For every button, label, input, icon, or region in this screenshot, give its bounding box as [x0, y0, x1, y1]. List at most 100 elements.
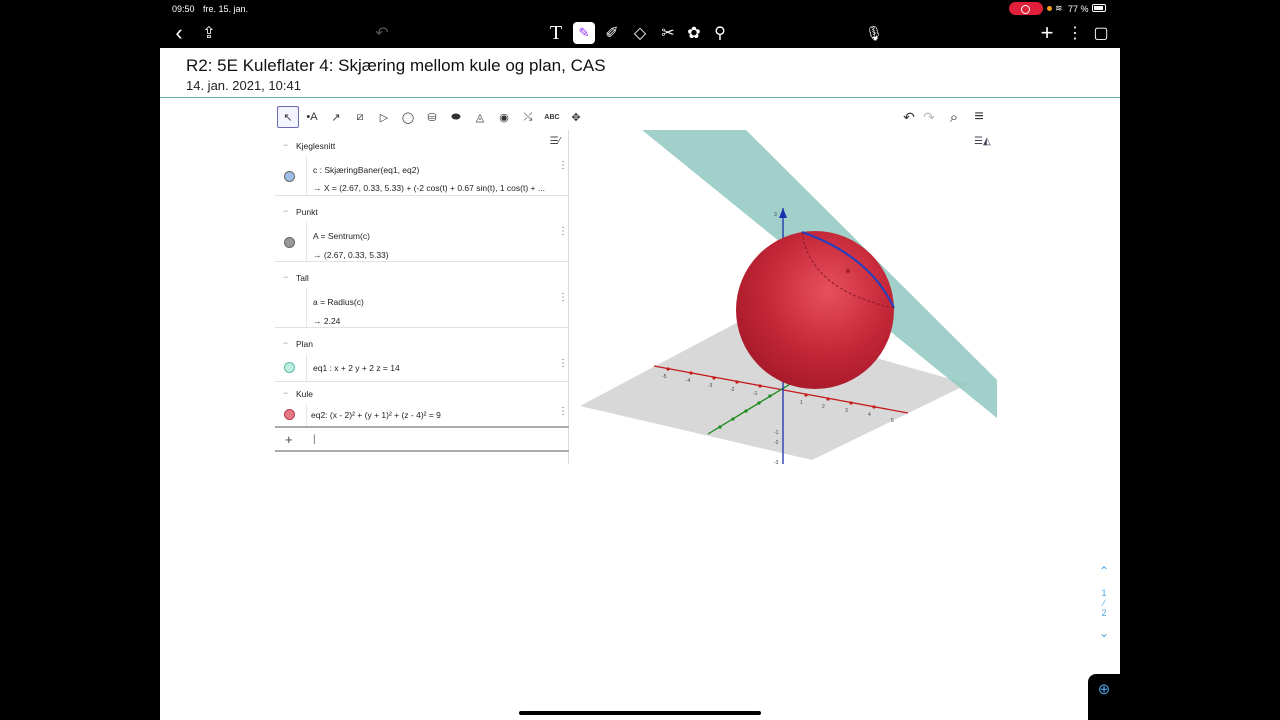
geogebra-toolbar: ↖ •A ↗ ⧄ ▷ ◯ ⛁ ⬬ ◬ ◉ ⤯ ABC ✥ ↶ ↷ ⌕ ≡ [275, 104, 997, 130]
rotate-view-tool-icon[interactable]: ✥ [565, 106, 587, 128]
item-menu-icon[interactable]: ⋮ [558, 160, 568, 171]
page-down-icon[interactable]: ⌄ [1097, 626, 1111, 640]
svg-text:3: 3 [845, 408, 848, 414]
item-menu-icon[interactable]: ⋮ [558, 226, 568, 237]
eraser-icon[interactable]: ◇ [629, 22, 651, 44]
intersect-tool-icon[interactable]: ⛁ [421, 106, 443, 128]
status-bar: 09:50 fre. 15. jan. ≋ 77 % [0, 0, 1280, 18]
item-definition: A = Sentrum(c) [313, 231, 370, 241]
add-page-icon[interactable]: + [1036, 20, 1058, 45]
algebra-view: ☰⁄ − Kjeglesnitt c : SkjæringBaner(eq1, … [275, 130, 569, 464]
algebra-item-A[interactable]: A = Sentrum(c) → (2.67, 0.33, 5.33) ⋮ [275, 222, 569, 262]
algebra-item-eq1[interactable]: eq1 : x + 2 y + 2 z = 14 ⋮ [275, 354, 569, 382]
svg-text:-4: -4 [686, 378, 691, 384]
text-tool-icon[interactable]: ABC [541, 106, 563, 128]
screen-recording-icon [1009, 2, 1043, 15]
style-bar-3d-icon[interactable]: ☰◭ [974, 136, 994, 154]
title-divider [160, 97, 1120, 98]
microphone-icon[interactable]: 🎙 [863, 22, 885, 44]
category-label: Kule [296, 389, 314, 399]
share-icon[interactable]: ⇪ [198, 22, 220, 44]
algebra-item-eq2[interactable]: eq2: (x - 2)² + (y + 1)² + (z - 4)² = 9 … [275, 404, 569, 426]
sphere-tool-icon[interactable]: ◉ [493, 106, 515, 128]
more-icon[interactable]: ⋮ [1064, 22, 1086, 44]
item-output: → (2.67, 0.33, 5.33) [313, 250, 389, 260]
item-menu-icon[interactable]: ⋮ [558, 292, 568, 303]
angle-tool-icon[interactable]: ⤯ [517, 106, 539, 128]
category-label: Kjeglesnitt [296, 141, 336, 151]
lasso-icon[interactable]: ✂ [657, 22, 679, 44]
pen-tool-icon[interactable]: ✎ [573, 22, 595, 44]
item-definition: a = Radius(c) [313, 297, 364, 307]
elements-icon[interactable]: ⚲ [709, 22, 731, 44]
battery-icon [1092, 4, 1106, 12]
visibility-toggle-icon[interactable] [284, 171, 295, 182]
gg-redo-icon[interactable]: ↷ [918, 106, 940, 128]
svg-text:-1: -1 [774, 430, 779, 436]
category-punkt[interactable]: − Punkt [275, 200, 569, 222]
svg-text:-3: -3 [708, 383, 713, 389]
page-navigator: ⌃ 1 ⁄ 2 ⌄ [1097, 562, 1111, 640]
svg-text:3: 3 [774, 212, 777, 218]
gg-undo-icon[interactable]: ↶ [898, 106, 920, 128]
item-divider [306, 288, 307, 327]
wifi-icon: ≋ [1055, 3, 1063, 13]
algebra-item-c[interactable]: c : SkjæringBaner(eq1, eq2) → X = (2.67,… [275, 156, 569, 196]
svg-text:-3: -3 [774, 460, 779, 464]
zoom-icon[interactable]: ⊕ [1088, 674, 1120, 720]
circle-tool-icon[interactable]: ◯ [397, 106, 419, 128]
item-divider [306, 222, 307, 261]
item-divider [306, 404, 307, 426]
perpendicular-tool-icon[interactable]: ⧄ [349, 106, 371, 128]
collapse-icon[interactable]: − [283, 388, 288, 398]
svg-text:-2: -2 [774, 440, 779, 446]
plane-tool-icon[interactable]: ⬬ [445, 106, 467, 128]
gg-menu-icon[interactable]: ≡ [968, 106, 990, 128]
home-indicator [519, 711, 761, 715]
svg-text:4: 4 [868, 412, 871, 418]
svg-text:-1: -1 [753, 391, 758, 397]
gg-search-icon[interactable]: ⌕ [943, 106, 965, 128]
algebra-item-a[interactable]: a = Radius(c) → 2.24 ⋮ [275, 288, 569, 328]
pyramid-tool-icon[interactable]: ◬ [469, 106, 491, 128]
visibility-toggle-icon[interactable] [284, 362, 295, 373]
geogebra-embed[interactable]: ↖ •A ↗ ⧄ ▷ ◯ ⛁ ⬬ ◬ ◉ ⤯ ABC ✥ ↶ ↷ ⌕ ≡ ☰⁄ … [275, 104, 997, 464]
category-kule[interactable]: − Kule [275, 382, 569, 404]
status-date: fre. 15. jan. [203, 4, 249, 14]
pages-icon[interactable]: ▢ [1090, 22, 1112, 44]
polygon-tool-icon[interactable]: ▷ [373, 106, 395, 128]
collapse-icon[interactable]: − [283, 272, 288, 282]
undo-icon[interactable]: ↶ [371, 22, 393, 44]
visibility-toggle-icon[interactable] [284, 409, 295, 420]
collapse-icon[interactable]: − [283, 338, 288, 348]
page-up-icon[interactable]: ⌃ [1097, 564, 1111, 578]
3d-scene: -5 -4 -3 -2 -1 1 2 3 4 5 3 -1 -2 -3 [580, 130, 997, 464]
item-definition: c : SkjæringBaner(eq1, eq2) [313, 165, 420, 175]
item-menu-icon[interactable]: ⋮ [558, 358, 568, 369]
collapse-icon[interactable]: − [283, 140, 288, 150]
graphics-3d-view[interactable]: -5 -4 -3 -2 -1 1 2 3 4 5 3 -1 -2 -3 ☰◭ [570, 130, 997, 464]
item-output: → 2.24 [313, 316, 341, 326]
visibility-toggle-icon[interactable] [284, 237, 295, 248]
highlighter-icon[interactable]: ✐ [601, 22, 623, 44]
battery-percent: 77 % [1068, 4, 1089, 14]
item-menu-icon[interactable]: ⋮ [558, 406, 568, 417]
algebra-input-bar[interactable]: + | [275, 426, 569, 452]
notebook-page[interactable]: R2: 5E Kuleflater 4: Skjæring mellom kul… [160, 48, 1120, 720]
line-tool-icon[interactable]: ↗ [325, 106, 347, 128]
mic-indicator-icon [1047, 6, 1052, 11]
back-chevron-icon[interactable]: ‹ [168, 20, 190, 45]
shapes-icon[interactable]: ✿ [683, 22, 705, 44]
point-tool-icon[interactable]: •A [301, 106, 323, 128]
collapse-icon[interactable]: − [283, 206, 288, 216]
svg-text:5: 5 [891, 418, 894, 424]
category-kjeglesnitt[interactable]: − Kjeglesnitt [275, 134, 569, 156]
add-input-icon[interactable]: + [285, 432, 293, 447]
category-label: Tall [296, 273, 309, 283]
category-tall[interactable]: − Tall [275, 266, 569, 288]
text-tool-icon[interactable]: T [545, 22, 567, 44]
move-tool-icon[interactable]: ↖ [277, 106, 299, 128]
svg-text:1: 1 [800, 400, 803, 406]
input-caret: | [313, 434, 316, 445]
category-plan[interactable]: − Plan [275, 332, 569, 354]
